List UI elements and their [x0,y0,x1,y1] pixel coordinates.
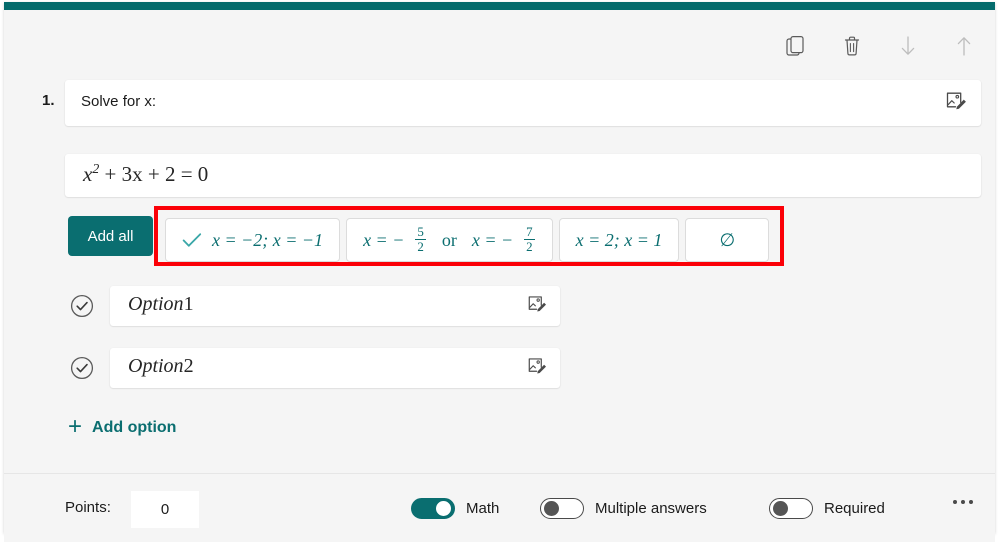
option-row: Option1 [4,286,995,326]
fraction-denominator: 2 [417,238,424,254]
required-toggle[interactable] [769,498,813,519]
insert-image-icon [945,90,967,117]
math-toggle[interactable] [411,498,455,519]
option-1-word: Option [128,293,184,315]
required-toggle-label: Required [824,500,885,517]
question-title-text: Solve for x: [81,93,157,110]
suggestion-chip-2-lhs: x = − [363,229,405,250]
option-1-text: Option1 [128,293,194,316]
suggestions-highlight-box: x = −2; x = −1 x = −5 2 or x = −7 2 x = 2; x… [154,206,784,266]
suggestion-chip-2-fraction-1: 52 [415,224,426,254]
equation-text: x2 + 3x + 2 = 0 [83,161,208,187]
empty-set-icon: ∅ [719,229,736,250]
option-1-insert-image-button[interactable] [525,294,549,318]
suggestion-chip-2-conjunction: or [441,229,457,250]
suggestion-chip-2-mid: x = − [471,229,514,250]
plus-icon: + [68,413,83,440]
suggestion-chip-2[interactable]: x = −5 2 or x = −7 2 [346,218,553,262]
move-question-down-button[interactable] [895,32,921,60]
points-label: Points: [65,499,111,516]
arrow-down-icon [899,35,917,57]
question-number: 1. [42,92,55,109]
question-title-input[interactable]: Solve for x: [65,80,981,126]
insert-image-icon [527,294,547,319]
equation-exponent: 2 [92,161,100,176]
multiple-answers-toggle-group: Multiple answers [540,498,707,519]
copy-question-button[interactable] [783,32,809,60]
add-option-button[interactable]: + Add option [68,413,177,440]
fraction-numerator: 7 [524,224,535,240]
required-toggle-group: Required [769,498,885,519]
option-row: Option2 [4,348,995,388]
option-2-check-button[interactable] [67,353,97,383]
answer-suggestions-row: x = −2; x = −1 x = −5 2 or x = −7 2 x = 2; x… [162,214,770,266]
move-question-up-button[interactable] [951,32,977,60]
option-1-check-button[interactable] [67,291,97,321]
ellipsis-icon [953,500,957,504]
question-insert-image-button[interactable] [943,90,969,116]
math-toggle-label: Math [466,500,500,517]
points-input[interactable] [131,491,199,528]
checkmark-icon [182,232,202,248]
equation-input[interactable]: x2 + 3x + 2 = 0 [65,154,981,197]
equation-rest: + 3x + 2 = 0 [104,162,209,186]
toggle-knob [436,501,451,516]
equation-base: x [83,162,93,186]
ellipsis-icon [969,500,973,504]
option-2-text: Option2 [128,355,194,378]
suggestion-chip-1-label: x = −2; x = −1 [212,229,324,250]
suggestion-chip-4[interactable]: ∅ [685,218,770,262]
multiple-answers-toggle[interactable] [540,498,584,519]
option-2-input[interactable]: Option2 [110,348,560,388]
insert-image-icon [527,356,547,381]
option-2-word: Option [128,355,184,377]
check-circle-icon [67,294,97,325]
more-options-button[interactable] [953,500,973,504]
option-2-number: 2 [183,355,194,377]
copy-icon [786,35,806,57]
toggle-knob [544,501,559,516]
check-circle-icon [67,356,97,387]
math-toggle-group: Math [411,498,499,519]
question-toolbar [783,32,977,60]
suggestion-chip-3-label: x = 2; x = 1 [575,229,663,250]
option-1-input[interactable]: Option1 [110,286,560,326]
question-title-row: 1. Solve for x: [4,80,995,126]
multiple-answers-toggle-label: Multiple answers [595,500,707,517]
add-all-button[interactable]: Add all [68,216,153,256]
ellipsis-icon [961,500,965,504]
toggle-knob [773,501,788,516]
trash-icon [842,35,862,57]
delete-question-button[interactable] [839,32,865,60]
option-1-number: 1 [183,293,194,315]
arrow-up-icon [955,35,973,57]
option-2-insert-image-button[interactable] [525,356,549,380]
question-footer: Points: Math Multiple answers Required [4,473,995,542]
suggestion-chip-3[interactable]: x = 2; x = 1 [558,218,680,262]
fraction-denominator: 2 [526,238,533,254]
suggestion-chip-1[interactable]: x = −2; x = −1 [165,218,341,262]
add-option-label: Add option [92,419,177,436]
question-card: 1. Solve for x: x2 + 3x + 2 = 0 Add all … [4,2,995,542]
suggestion-chip-2-fraction-2: 72 [524,224,535,254]
fraction-numerator: 5 [415,224,426,240]
